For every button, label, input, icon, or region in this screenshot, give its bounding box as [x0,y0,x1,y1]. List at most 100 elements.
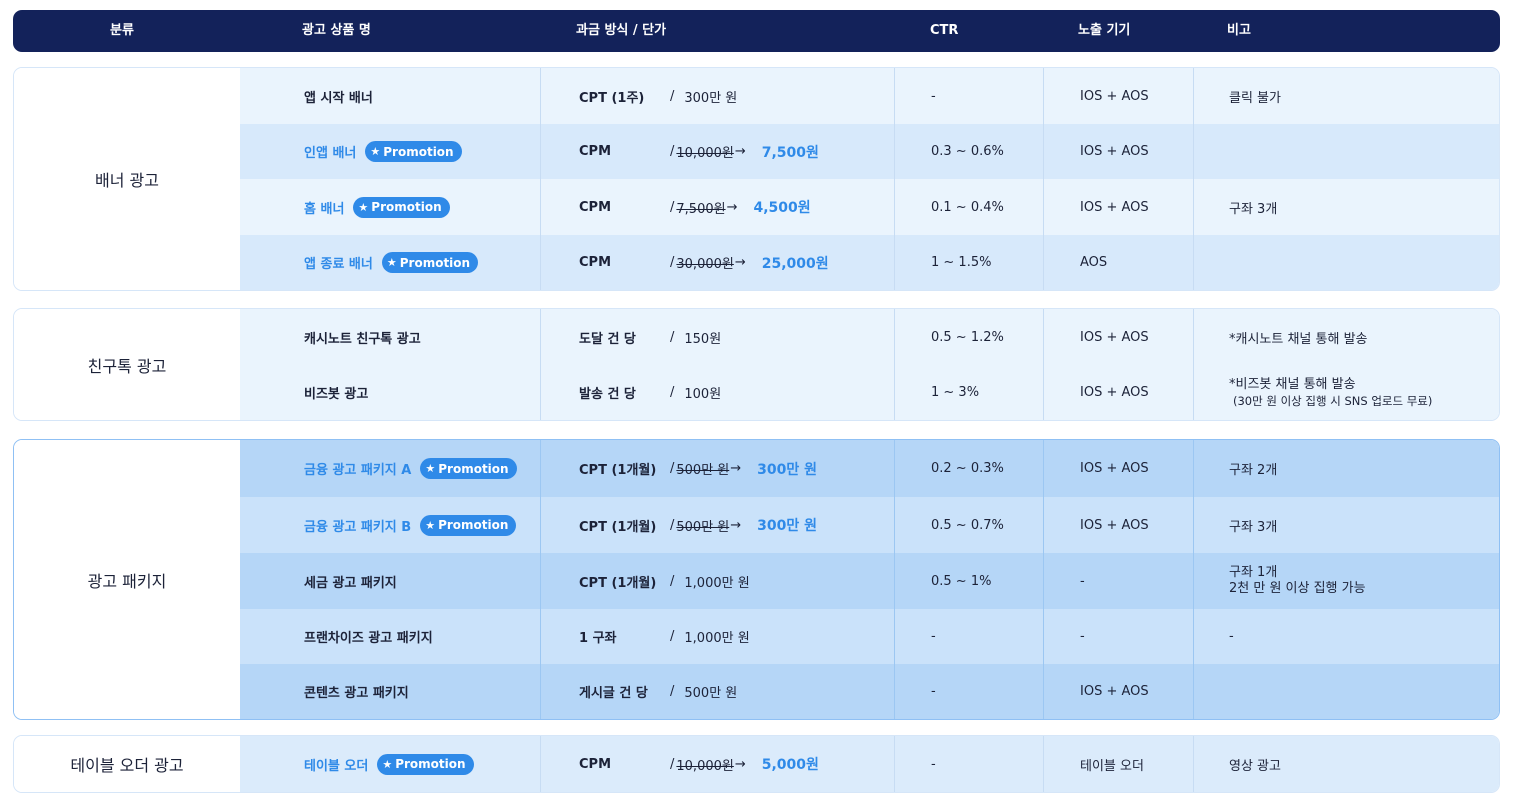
old-price: 500만 원 [676,519,730,535]
column-divider [1193,440,1194,719]
column-divider [1043,736,1044,792]
price-cell: / 1,000만 원 [670,553,750,609]
column-divider [1043,440,1044,719]
table-row: 비즈봇 광고 발송 건 당 / 100원 1 ~ 3% IOS + AOS *비즈봇 채널 … [240,365,1499,420]
product-name: 세금 광고 패키지 [304,575,397,591]
ctr-value: 0.3 ~ 0.6% [931,144,1004,159]
product-name[interactable]: 홈 배너 [304,198,344,217]
note-text: *캐시노트 채널 통해 발송 [1229,331,1368,347]
old-price: 7,500원 [676,201,726,217]
product-name-cell: 캐시노트 친구톡 광고 [304,309,421,365]
product-name-cell: 콘텐츠 광고 패키지 [304,664,409,719]
group-rows: 캐시노트 친구톡 광고 도달 건 당 / 150원 0.5 ~ 1.2% IOS + AO… [240,309,1499,420]
product-name-cell: 인앱 배너 ★ Promotion [304,124,462,179]
billing-type: CPM [579,144,612,159]
device-value: IOS + AOS [1080,517,1149,533]
product-name: 콘텐츠 광고 패키지 [304,686,409,701]
column-divider [540,309,541,420]
table-row: 테이블 오더 ★ Promotion CPM /10,000원 → 5,000원 - 테이블 오… [240,736,1499,792]
device-value: IOS + AOS [1080,461,1149,476]
device-value: IOS + AOS [1080,329,1149,345]
promotion-label: Promotion [383,144,454,159]
header-note: 비고 [1227,23,1251,38]
promo-price: 300만 원 [757,518,818,534]
billing-type: 발송 건 당 [579,387,636,402]
group-label: 광고 패키지 [14,440,240,719]
promotion-badge: ★ Promotion [420,458,517,479]
billing-type: CPM [579,199,612,215]
promo-price: 25,000원 [761,255,829,272]
ctr-value: 0.5 ~ 1% [931,573,992,589]
price: 100원 [684,387,722,402]
product-name[interactable]: 금융 광고 패키지 B [304,516,411,535]
table-row: 세금 광고 패키지 CPT (1개월) / 1,000만 원 0.5 ~ 1% - 구좌 1… [240,553,1499,609]
product-name-cell: 프랜차이즈 광고 패키지 [304,609,433,664]
note-text: 구좌 3개 [1229,201,1278,217]
group-banner-ads: 배너 광고 앱 시작 배너 CPT (1주) / 300만 원 - IOS + AOS 클릭 … [13,67,1500,291]
column-divider [1043,68,1044,290]
product-name-cell: 금융 광고 패키지 A ★ Promotion [304,440,517,497]
promotion-badge: ★ Promotion [420,514,517,536]
column-divider [894,309,895,420]
note-text: *비즈봇 채널 통해 발송 [1229,376,1356,392]
price-separator: / [670,517,675,533]
group-label: 친구톡 광고 [14,309,240,420]
price-cell: /10,000원 → 7,500원 [670,124,819,179]
product-name[interactable]: 테이블 오더 [304,755,368,774]
note-text: 구좌 2개 [1229,463,1278,478]
table-row: 앱 시작 배너 CPT (1주) / 300만 원 - IOS + AOS 클릭 불가 [240,68,1499,124]
price-cell: /7,500원 → 4,500원 [670,179,811,235]
promotion-badge: ★ Promotion [377,753,474,775]
promotion-label: Promotion [399,255,471,270]
note-text: 구좌 3개 [1229,519,1278,535]
price-separator: / [670,756,675,772]
billing-type: CPT (1개월) [579,575,657,591]
price-separator: / [670,255,675,270]
promotion-label: Promotion [438,461,509,476]
promotion-label: Promotion [395,757,466,771]
star-icon: ★ [382,757,393,771]
price-separator: / [670,88,675,104]
note-text: 구좌 1개 [1229,565,1278,580]
group-label: 배너 광고 [14,68,240,290]
ctr-value: - [931,684,936,699]
note-cell: 클릭 불가 [1229,68,1281,124]
header-category: 분류 [110,23,134,38]
group-friendtalk-ads: 친구톡 광고 캐시노트 친구톡 광고 도달 건 당 / 150원 0.5 ~ 1.2% IO… [13,308,1500,421]
arrow-icon: → [734,144,746,159]
billing-type: 게시글 건 당 [579,686,648,701]
ctr-value: - [931,756,936,772]
device-value: IOS + AOS [1080,684,1149,699]
group-rows: 테이블 오더 ★ Promotion CPM /10,000원 → 5,000원 - 테이블 오… [240,736,1499,792]
promo-price: 7,500원 [761,144,819,161]
product-name[interactable]: 인앱 배너 [304,142,356,161]
note-cell: 구좌 3개 [1229,179,1277,235]
note-text: 영상 광고 [1229,758,1281,774]
price: 150원 [684,331,722,347]
star-icon: ★ [425,518,436,532]
billing-type: 도달 건 당 [579,331,636,347]
arrow-icon: → [730,461,742,476]
table-row: 콘텐츠 광고 패키지 게시글 건 당 / 500만 원 - IOS + AOS [240,664,1499,719]
promotion-badge: ★ Promotion [353,196,450,218]
price: 1,000만 원 [684,575,750,591]
column-divider [894,736,895,792]
star-icon: ★ [370,145,381,158]
product-name-cell: 테이블 오더 ★ Promotion [304,736,474,792]
column-divider [540,736,541,792]
product-name-cell: 앱 시작 배너 [304,68,373,124]
arrow-icon: → [730,517,742,533]
star-icon: ★ [425,462,436,475]
note-cell: 영상 광고 [1229,736,1281,792]
product-name[interactable]: 금융 광고 패키지 A [304,459,411,478]
price-separator: / [670,684,675,699]
arrow-icon: → [726,199,738,215]
arrow-icon: → [734,756,746,772]
price-cell: / 1,000만 원 [670,609,750,664]
note-cell: 구좌 2개 [1229,440,1277,497]
product-name[interactable]: 앱 종료 배너 [304,253,373,272]
promo-price: 300만 원 [757,461,818,478]
promotion-label: Promotion [371,200,442,214]
price-separator: / [670,329,675,345]
price-cell: /500만 원 → 300만 원 [670,497,817,553]
